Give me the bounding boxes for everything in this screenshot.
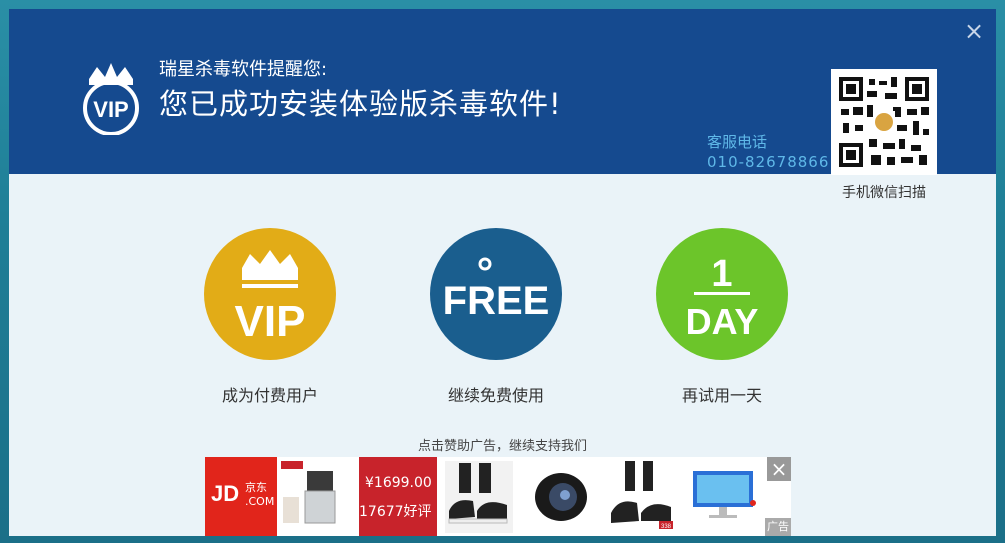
price-box[interactable]: ¥1699.00 17677好评 [359,457,437,536]
header-subtitle: 瑞星杀毒软件提醒您: [159,59,328,80]
ad-tag: 广告 [765,518,791,536]
service-phone-label: 客服电话 [707,133,768,151]
logo-text: VIP [93,97,128,122]
ad-price: ¥1699.00 [365,475,432,491]
one-day-icon[interactable]: 1 DAY [656,228,788,360]
running-shoes-product-image[interactable]: 338 [607,461,675,533]
one-day-icon-number: 1 [711,253,732,295]
free-icon-text: FREE [443,279,550,323]
ad-reviews: 17677好评 [359,504,432,520]
vip-logo-icon: VIP [83,63,139,135]
one-day-icon-text: DAY [686,301,759,342]
service-phone-number: 010-82678866 [707,153,830,171]
jd-brand: JD [211,481,240,506]
jd-brand-sub: 京东 [245,481,267,494]
close-icon[interactable]: × [962,19,986,43]
qr-code [831,69,937,175]
become-paid-user-option[interactable]: VIP 成为付费用户 [180,228,360,406]
mini-price: 338 [661,524,672,530]
become-paid-user-label: 成为付费用户 [221,386,318,405]
try-one-more-day-label: 再试用一天 [681,386,762,405]
ad-banner[interactable]: JD 京东 .COM ¥1699.00 17677好评 338 × 广告 [205,457,791,536]
vip-crown-icon[interactable]: VIP [204,228,336,360]
try-one-more-day-option[interactable]: 1 DAY 再试用一天 [632,228,812,406]
vip-icon-text: VIP [235,297,306,346]
sponsor-text: 点击赞助广告，继续支持我们 [417,439,587,454]
continue-free-option[interactable]: FREE 继续免费使用 [406,228,586,406]
header-title: 您已成功安装体验版杀毒软件! [159,87,562,121]
monitor-product-image[interactable] [687,463,763,531]
continue-free-label: 继续免费使用 [447,386,544,405]
camera-lens-product-image[interactable] [523,461,595,533]
qr-caption: 手机微信扫描 [842,185,926,201]
sneakers-product-image[interactable] [445,461,513,533]
jd-domain: .COM [245,495,275,508]
free-icon[interactable]: FREE [430,228,562,360]
jd-logo[interactable]: JD 京东 .COM [205,457,277,536]
ad-close-icon[interactable]: × [767,457,791,481]
blender-product-image[interactable] [277,457,359,536]
dialog-window: VIP 瑞星杀毒软件提醒您: 您已成功安装体验版杀毒软件! 客服电话 010-8… [9,9,996,536]
